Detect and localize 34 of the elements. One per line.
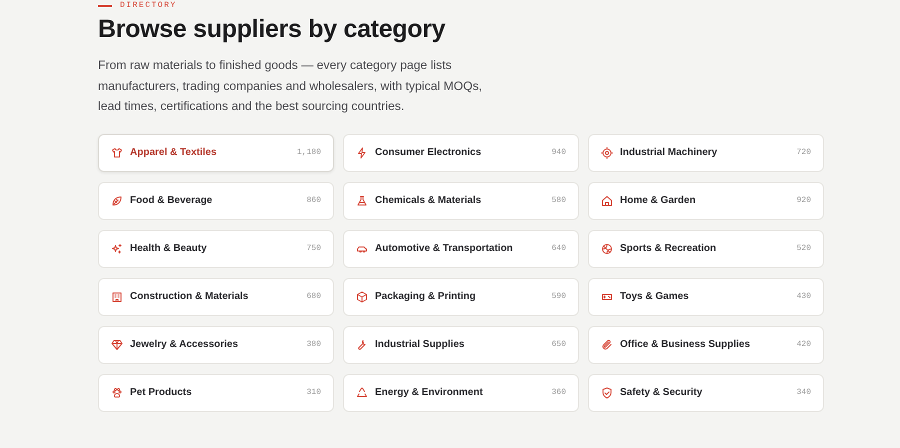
flask-icon xyxy=(356,194,368,206)
category-card[interactable]: Office & Business Supplies 420 xyxy=(588,326,824,364)
shirt-icon xyxy=(111,146,123,158)
category-card[interactable]: Apparel & Textiles 1,180 xyxy=(98,134,334,172)
category-card[interactable]: Food & Beverage 860 xyxy=(98,182,334,220)
category-card[interactable]: Industrial Supplies 650 xyxy=(343,326,579,364)
accent-bar xyxy=(98,4,112,6)
category-card[interactable]: Home & Garden 920 xyxy=(588,182,824,220)
category-card[interactable]: Energy & Environment 360 xyxy=(343,374,579,412)
building-icon xyxy=(111,290,123,302)
lightning-icon xyxy=(356,146,368,158)
category-card[interactable]: Consumer Electronics 940 xyxy=(343,134,579,172)
category-card[interactable]: Automotive & Transportation 640 xyxy=(343,230,579,268)
page-description: From raw materials to finished goods — every category page lists manufacturers, trading companies and wholesalers, with typical MOQs, lead times, certifications and the best sourcing countries. xyxy=(98,57,484,115)
gem-icon xyxy=(111,338,123,350)
house-icon xyxy=(601,194,613,206)
category-card[interactable]: Chemicals & Materials 580 xyxy=(343,182,579,220)
leaf-icon xyxy=(111,194,123,206)
paperclip-icon xyxy=(601,338,613,350)
category-card[interactable]: Safety & Security 340 xyxy=(588,374,824,412)
paw-icon xyxy=(111,386,123,398)
section-label: DIRECTORY xyxy=(120,1,177,10)
category-card[interactable]: Jewelry & Accessories 380 xyxy=(98,326,334,364)
sparkles-icon xyxy=(111,242,123,254)
category-card[interactable]: Sports & Recreation 520 xyxy=(588,230,824,268)
category-card[interactable]: Industrial Machinery 720 xyxy=(588,134,824,172)
category-card[interactable]: Toys & Games 430 xyxy=(588,278,824,316)
box-icon xyxy=(356,290,368,302)
shield-icon xyxy=(601,386,613,398)
category-card[interactable]: Construction & Materials 680 xyxy=(98,278,334,316)
category-card[interactable]: Packaging & Printing 590 xyxy=(343,278,579,316)
page-title: Browse suppliers by category xyxy=(98,14,446,45)
category-card[interactable]: Health & Beauty 750 xyxy=(98,230,334,268)
category-card[interactable]: Pet Products 310 xyxy=(98,374,334,412)
